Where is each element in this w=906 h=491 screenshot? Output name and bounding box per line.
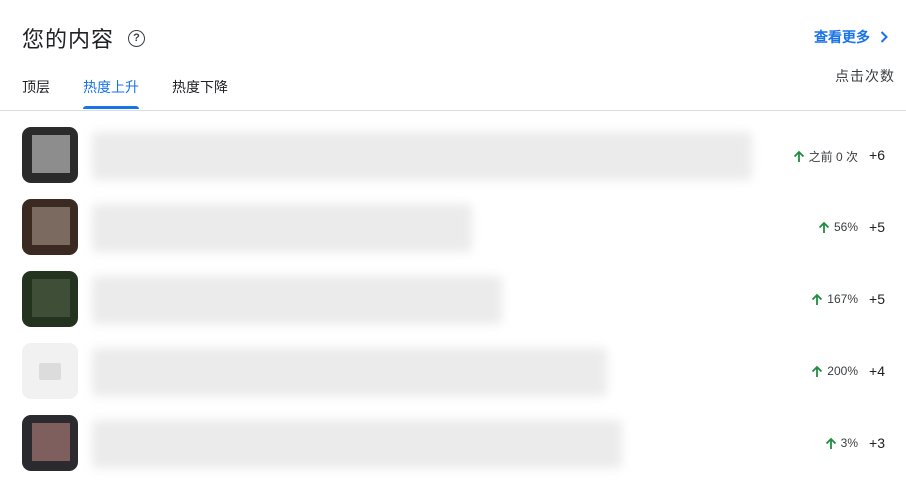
content-card: 您的内容 ? 查看更多 顶层 热度上升 热度下降 点击次数 之前 0 次 +6 … (0, 0, 906, 491)
change-stat: 167% (811, 292, 858, 306)
see-more-link[interactable]: 查看更多 (814, 27, 888, 47)
card-title: 您的内容 (22, 27, 115, 52)
clicks-value: +5 (869, 291, 885, 307)
blurred-title (92, 132, 752, 180)
blurred-thumbnail-icon (22, 415, 78, 471)
tab-trending-down[interactable]: 热度下降 (172, 66, 228, 110)
change-stat: 3% (825, 436, 858, 450)
change-value: 167% (827, 292, 858, 306)
list-item[interactable]: 之前 0 次 +6 (0, 124, 906, 196)
clicks-value: +3 (869, 435, 885, 451)
change-stat: 之前 0 次 (793, 148, 858, 165)
blurred-title (92, 276, 502, 324)
blurred-thumbnail-icon (22, 343, 78, 399)
list-item[interactable]: 3% +3 (0, 412, 906, 484)
change-stat: 56% (818, 220, 858, 234)
blurred-thumbnail-icon (22, 199, 78, 255)
arrow-up-icon (812, 293, 823, 305)
list-item[interactable]: 56% +5 (0, 196, 906, 268)
list-item[interactable]: 200% +4 (0, 340, 906, 412)
change-stat: 200% (811, 364, 858, 378)
tab-top[interactable]: 顶层 (22, 66, 50, 110)
arrow-up-icon (793, 150, 804, 162)
blurred-title (92, 204, 472, 252)
change-value: 3% (840, 436, 858, 450)
clicks-value: +5 (869, 219, 885, 235)
arrow-up-icon (825, 437, 836, 449)
blurred-thumbnail-icon (22, 127, 78, 183)
blurred-title (92, 348, 607, 396)
divider (0, 110, 906, 111)
clicks-value: +6 (869, 147, 885, 163)
see-more-label: 查看更多 (814, 29, 870, 45)
blurred-thumbnail-icon (22, 271, 78, 327)
clicks-value: +4 (869, 363, 885, 379)
clicks-column-header[interactable]: 点击次数 (835, 66, 895, 86)
content-list: 之前 0 次 +6 56% +5 167% +5 200% +4 3% +3 (0, 124, 906, 484)
arrow-up-icon (818, 221, 830, 233)
tab-bar: 顶层 热度上升 热度下降 (22, 66, 261, 110)
chevron-right-icon (880, 31, 888, 43)
list-item[interactable]: 167% +5 (0, 268, 906, 340)
change-value: 之前 0 次 (808, 150, 858, 164)
change-value: 56% (833, 220, 858, 234)
blurred-title (92, 420, 622, 468)
arrow-up-icon (812, 365, 823, 377)
card-header: 您的内容 ? 查看更多 (22, 22, 888, 54)
tab-trending-up[interactable]: 热度上升 (83, 66, 139, 110)
help-icon[interactable]: ? (128, 29, 146, 47)
change-value: 200% (827, 364, 858, 378)
